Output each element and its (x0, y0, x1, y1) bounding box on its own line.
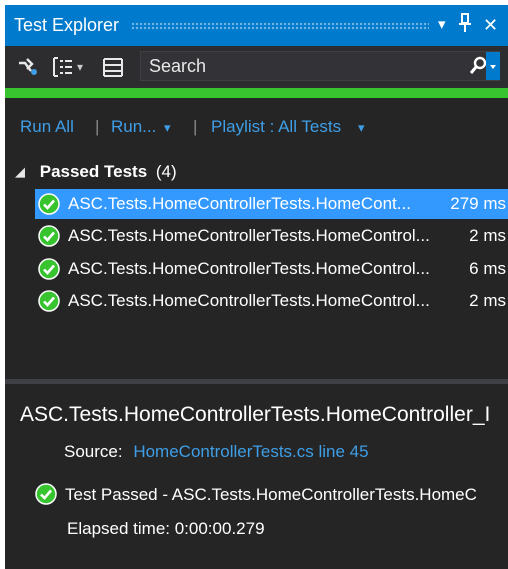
playlist-dropdown-icon[interactable]: ▾ (358, 120, 365, 136)
search-input[interactable] (141, 52, 461, 80)
test-duration: 2 ms (469, 291, 506, 310)
source-link[interactable]: HomeControllerTests.cs line 45 (133, 442, 368, 461)
passed-check-icon (38, 225, 60, 247)
passed-check-icon (38, 193, 60, 215)
test-name: ASC.Tests.HomeControllerTests.HomeContro… (68, 291, 430, 310)
group-count: (4) (155, 162, 177, 181)
close-icon[interactable]: ✕ (483, 13, 498, 37)
window-title: Test Explorer (14, 15, 120, 35)
test-duration: 6 ms (469, 259, 506, 278)
playlist-icon[interactable] (101, 55, 125, 79)
test-explorer-panel: Test Explorer ▾ ✕ ▾ Search Run All | Run… (5, 5, 508, 569)
passed-check-icon (38, 258, 60, 280)
test-name: ASC.Tests.HomeControllerTests.HomeCont..… (68, 194, 411, 213)
search-options-dropdown-icon[interactable] (486, 52, 500, 80)
title-bar[interactable]: Test Explorer ▾ ✕ (5, 5, 508, 46)
test-row[interactable]: ASC.Tests.HomeControllerTests.HomeContro… (35, 221, 508, 251)
group-label: Passed Tests (39, 162, 148, 181)
command-separator: | (193, 117, 198, 136)
test-name: ASC.Tests.HomeControllerTests.HomeContro… (68, 259, 430, 278)
group-by-icon[interactable] (50, 55, 74, 79)
result-text: Test Passed - ASC.Tests.HomeControllerTe… (65, 485, 477, 504)
panel-splitter[interactable] (5, 379, 508, 384)
test-row[interactable]: ASC.Tests.HomeControllerTests.HomeContro… (35, 254, 508, 284)
toolbar: ▾ (5, 46, 508, 88)
elapsed-time: Elapsed time: 0:00:00.279 (67, 519, 265, 538)
search-box (140, 51, 500, 81)
test-row[interactable]: ASC.Tests.HomeControllerTests.HomeContro… (35, 286, 508, 316)
command-bar: Run All | Run... ▾ | Playlist : All Test… (5, 117, 508, 141)
collapse-triangle-icon[interactable]: ◢ (15, 164, 25, 179)
command-separator: | (95, 117, 100, 136)
passed-tests-group-header[interactable]: ◢ Passed Tests (4) (15, 162, 177, 182)
search-icon[interactable] (468, 56, 488, 76)
test-detail-title: ASC.Tests.HomeControllerTests.HomeContro… (20, 403, 491, 426)
pin-icon-glyph (459, 13, 471, 32)
test-source: Source: HomeControllerTests.cs line 45 (64, 442, 369, 462)
test-row[interactable]: ASC.Tests.HomeControllerTests.HomeCont..… (35, 189, 508, 219)
window-position-dropdown[interactable]: ▾ (438, 13, 446, 37)
passed-check-icon (35, 483, 57, 505)
run-menu-dropdown-icon[interactable]: ▾ (164, 120, 171, 136)
run-all-link[interactable]: Run All (20, 117, 74, 137)
test-duration: 279 ms (450, 194, 506, 213)
test-duration: 2 ms (469, 226, 506, 245)
playlist-menu-link[interactable]: Playlist : All Tests (211, 117, 341, 137)
progress-fill (5, 88, 508, 98)
run-details-icon[interactable] (15, 55, 39, 79)
pin-icon[interactable] (458, 13, 472, 39)
test-result: Test Passed - ASC.Tests.HomeControllerTe… (35, 483, 508, 507)
source-label: Source: (64, 442, 123, 461)
drag-grip[interactable] (131, 22, 429, 31)
test-name: ASC.Tests.HomeControllerTests.HomeContro… (68, 226, 430, 245)
test-run-progress-bar (5, 88, 508, 98)
run-menu-link[interactable]: Run... (111, 117, 156, 137)
passed-check-icon (38, 290, 60, 312)
group-by-dropdown-icon[interactable]: ▾ (77, 55, 89, 79)
